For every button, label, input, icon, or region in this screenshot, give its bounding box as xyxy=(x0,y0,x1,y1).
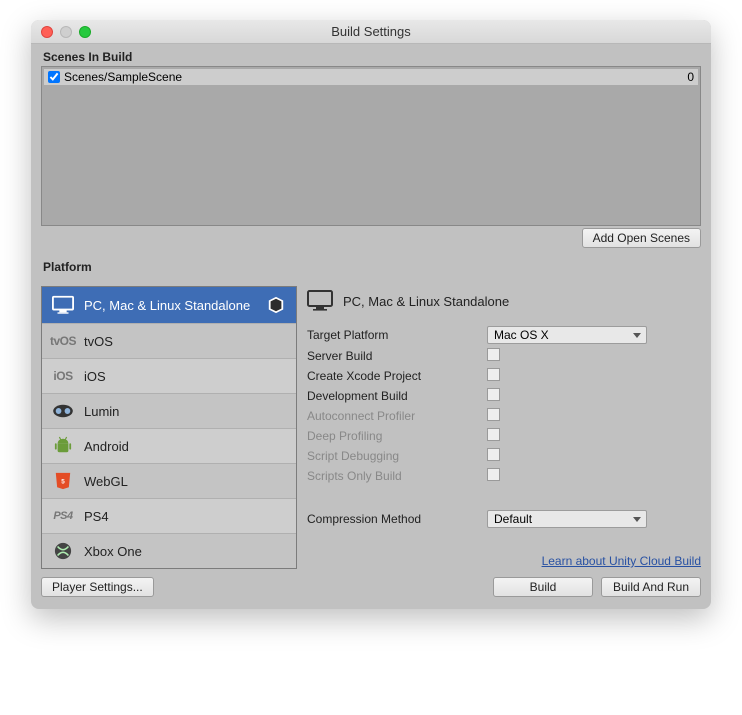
minimize-icon xyxy=(60,26,72,38)
cloud-build-link[interactable]: Learn about Unity Cloud Build xyxy=(542,554,701,568)
platform-item-ps4[interactable]: PS4 PS4 xyxy=(42,499,296,534)
compression-dropdown[interactable]: Default xyxy=(487,510,647,528)
scenes-list[interactable]: Scenes/SampleScene 0 xyxy=(41,66,701,226)
platform-label: WebGL xyxy=(84,474,128,489)
platform-label: PS4 xyxy=(84,509,109,524)
scene-checkbox[interactable] xyxy=(48,71,60,83)
deep-profiling-checkbox xyxy=(487,428,500,441)
scene-row[interactable]: Scenes/SampleScene 0 xyxy=(44,69,698,85)
development-build-checkbox[interactable] xyxy=(487,388,500,401)
scene-path: Scenes/SampleScene xyxy=(64,70,182,84)
option-server-build: Server Build xyxy=(307,346,701,366)
monitor-icon xyxy=(307,290,333,312)
option-autoconnect-profiler: Autoconnect Profiler xyxy=(307,406,701,426)
webgl-icon: 5 xyxy=(52,472,74,490)
lumin-icon xyxy=(52,402,74,420)
unity-logo-icon xyxy=(266,295,286,315)
xbox-icon xyxy=(52,542,74,560)
platform-label: Android xyxy=(84,439,129,454)
add-open-scenes-button[interactable]: Add Open Scenes xyxy=(582,228,701,248)
window-title: Build Settings xyxy=(31,24,711,39)
create-xcode-checkbox[interactable] xyxy=(487,368,500,381)
build-settings-window: Build Settings Scenes In Build Scenes/Sa… xyxy=(31,20,711,609)
zoom-icon[interactable] xyxy=(79,26,91,38)
svg-text:5: 5 xyxy=(61,479,65,486)
tvos-icon: tvOS xyxy=(52,332,74,350)
player-settings-button[interactable]: Player Settings... xyxy=(41,577,154,597)
build-button[interactable]: Build xyxy=(493,577,593,597)
platform-item-webgl[interactable]: 5 WebGL xyxy=(42,464,296,499)
platform-item-xbox[interactable]: Xbox One xyxy=(42,534,296,568)
platform-details: PC, Mac & Linux Standalone Target Platfo… xyxy=(307,286,701,569)
server-build-checkbox[interactable] xyxy=(487,348,500,361)
platform-item-ios[interactable]: iOS iOS xyxy=(42,359,296,394)
option-target-platform: Target Platform Mac OS X xyxy=(307,324,701,346)
option-development-build: Development Build xyxy=(307,386,701,406)
platform-list: PC, Mac & Linux Standalone tvOS tvOS iOS… xyxy=(41,286,297,569)
target-platform-dropdown[interactable]: Mac OS X xyxy=(487,326,647,344)
platform-item-lumin[interactable]: Lumin xyxy=(42,394,296,429)
monitor-icon xyxy=(52,296,74,314)
ios-icon: iOS xyxy=(52,367,74,385)
platform-item-tvos[interactable]: tvOS tvOS xyxy=(42,324,296,359)
titlebar: Build Settings xyxy=(31,20,711,44)
build-and-run-button[interactable]: Build And Run xyxy=(601,577,701,597)
platform-section-title: Platform xyxy=(43,260,701,274)
platform-label: iOS xyxy=(84,369,106,384)
scene-index: 0 xyxy=(687,70,694,84)
scenes-section-title: Scenes In Build xyxy=(43,50,701,64)
script-debugging-checkbox xyxy=(487,448,500,461)
scripts-only-checkbox xyxy=(487,468,500,481)
close-icon[interactable] xyxy=(41,26,53,38)
option-compression: Compression Method Default xyxy=(307,508,701,530)
platform-item-android[interactable]: Android xyxy=(42,429,296,464)
details-title: PC, Mac & Linux Standalone xyxy=(343,294,509,309)
platform-label: PC, Mac & Linux Standalone xyxy=(84,298,250,313)
option-deep-profiling: Deep Profiling xyxy=(307,426,701,446)
option-scripts-only: Scripts Only Build xyxy=(307,466,701,486)
option-script-debugging: Script Debugging xyxy=(307,446,701,466)
android-icon xyxy=(52,437,74,455)
platform-label: Lumin xyxy=(84,404,119,419)
platform-label: Xbox One xyxy=(84,544,142,559)
option-create-xcode: Create Xcode Project xyxy=(307,366,701,386)
platform-label: tvOS xyxy=(84,334,113,349)
platform-item-standalone[interactable]: PC, Mac & Linux Standalone xyxy=(42,287,296,324)
ps4-icon: PS4 xyxy=(52,507,74,525)
autoconnect-profiler-checkbox xyxy=(487,408,500,421)
